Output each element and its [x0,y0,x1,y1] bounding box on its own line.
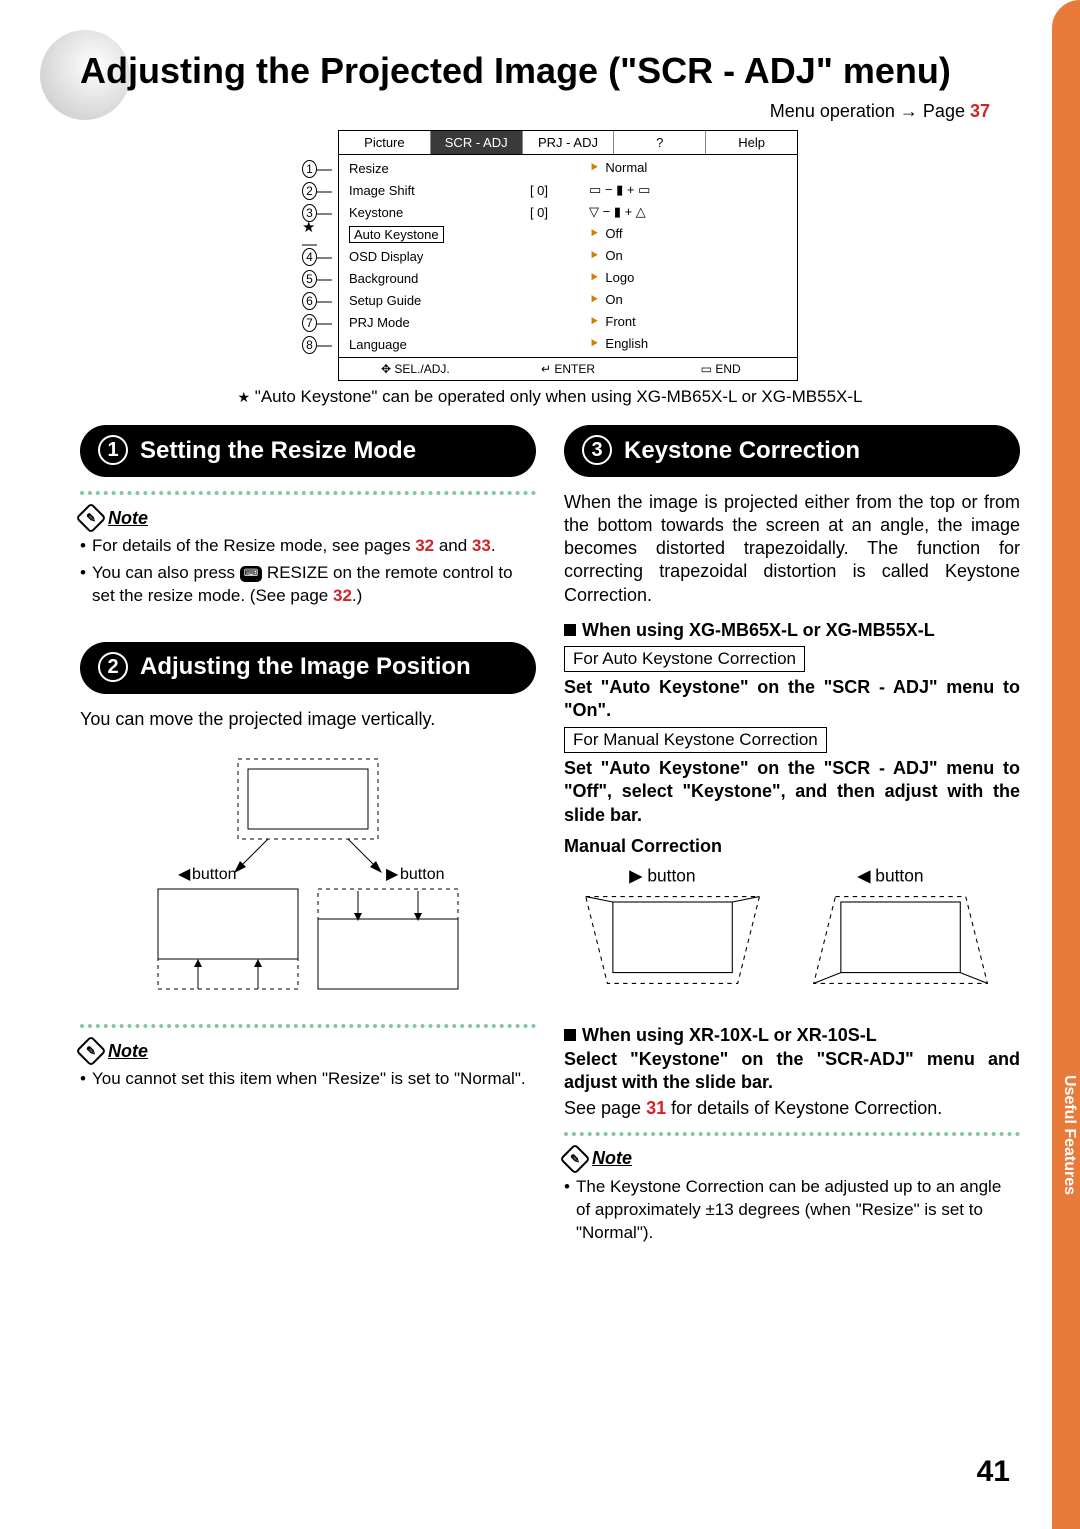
menu-row: Resize⯈Normal [339,157,797,179]
menu-tab: ? [614,131,706,154]
manual-keystone-instruction: Set "Auto Keystone" on the "SCR - ADJ" m… [564,757,1020,827]
circled-3-icon: 3 [582,435,612,465]
note-heading: ✎ Note [80,507,536,529]
menu-row: Setup Guide⯈On [339,289,797,311]
menu-row-number: 8 — [302,334,332,356]
page-link-33[interactable]: 33 [472,536,491,555]
menu-row-number: 6 — [302,290,332,312]
sec2-note-bullet: You cannot set this item when "Resize" i… [80,1068,536,1091]
note-heading: ✎ Note [80,1040,536,1062]
svg-text:▶ button: ▶ button [629,866,695,886]
menu-tab: Help [706,131,797,154]
menu-row-number: 7 — [302,312,332,334]
menu-row-number: 4 — [302,246,332,268]
star-icon: ★ [237,389,250,405]
svg-text:◀ button: ◀ button [857,866,923,886]
menu-row: Keystone[ 0]▽ − ▮ + △ [339,201,797,223]
menu-row-number: 2 — [302,180,332,202]
dotted-separator [564,1132,1020,1136]
box-auto-keystone: For Auto Keystone Correction [564,646,805,672]
section-1-title: Setting the Resize Mode [140,437,416,465]
circled-2-icon: 2 [98,652,128,682]
menu-row-number: 1 — [302,158,332,180]
footnote-text: "Auto Keystone" can be operated only whe… [255,387,863,406]
section-3-heading: 3 Keystone Correction [564,425,1020,477]
svg-text:▶: ▶ [386,866,399,883]
menu-row: OSD Display⯈On [339,245,797,267]
left-button-label: button [192,866,236,883]
page-title: Adjusting the Projected Image ("SCR - AD… [80,50,1020,91]
menu-row: PRJ Mode⯈Front [339,311,797,333]
dotted-separator [80,491,536,495]
right-button-label: button [400,866,444,883]
menu-operation-pagelabel: Page [923,101,970,121]
sec3-b-instruction: Select "Keystone" on the "SCR-ADJ" menu … [564,1048,1020,1095]
note-label: Note [108,1041,148,1062]
note-label: Note [108,508,148,529]
menu-footer-cell: ▭ END [644,358,797,380]
section-2-title: Adjusting the Image Position [140,653,471,681]
menu-operation-prefix: Menu operation [770,101,895,121]
circled-1-icon: 1 [98,435,128,465]
sec2-body: You can move the projected image vertica… [80,708,536,731]
note-heading: ✎ Note [564,1148,1020,1170]
sec3-subhead-a: When using XG-MB65X-L or XG-MB55X-L [564,619,1020,642]
sec1-bullet-1: For details of the Resize mode, see page… [80,535,536,558]
section-2-heading: 2 Adjusting the Image Position [80,642,536,694]
menu-row: Image Shift[ 0]▭ − ▮ + ▭ [339,179,797,201]
menu-row-number: ★ — [302,224,332,246]
sec3-subhead-b: When using XR-10X-L or XR-10S-L [564,1024,1020,1047]
square-bullet-icon [564,1029,576,1041]
menu-row: Language⯈English [339,333,797,355]
menu-tab: Picture [339,131,431,154]
resize-button-icon: ⌨ [240,566,262,582]
auto-keystone-instruction: Set "Auto Keystone" on the "SCR - ADJ" m… [564,676,1020,723]
menu-footer-cell: ↵ ENTER [492,358,645,380]
image-shift-diagram: ◀button ▶button [138,749,478,1014]
note-label: Note [592,1148,632,1169]
arrow-right-icon: → [900,101,923,121]
note-diamond-icon: ✎ [559,1143,590,1174]
keystone-diagram: ▶ button ◀ button [564,864,1020,1010]
page-link-32[interactable]: 32 [415,536,434,555]
menu-row: Background⯈Logo [339,267,797,289]
square-bullet-icon [564,624,576,636]
auto-keystone-footnote: ★ "Auto Keystone" can be operated only w… [80,387,1020,407]
manual-correction-label: Manual Correction [564,835,1020,858]
sec1-bullet-2: You can also press ⌨ RESIZE on the remot… [80,562,536,608]
menu-operation-line: Menu operation → Page 37 [80,101,1020,122]
page-number: 41 [977,1455,1010,1489]
box-manual-keystone: For Manual Keystone Correction [564,727,827,753]
sec3-note-bullet: The Keystone Correction can be adjusted … [564,1176,1020,1245]
note-diamond-icon: ✎ [75,1036,106,1067]
menu-operation-page-link[interactable]: 37 [970,101,990,121]
sec3-intro: When the image is projected either from … [564,491,1020,606]
note-diamond-icon: ✎ [75,503,106,534]
section-1-heading: 1 Setting the Resize Mode [80,425,536,477]
menu-footer-cell: ✥ SEL./ADJ. [339,358,492,380]
menu-row-number: 5 — [302,268,332,290]
page-link-31[interactable]: 31 [646,1098,666,1118]
menu-tab: SCR - ADJ [431,131,523,154]
section-3-title: Keystone Correction [624,437,860,465]
page-link-32b[interactable]: 32 [333,586,352,605]
svg-text:◀: ◀ [178,866,191,883]
menu-tab: PRJ - ADJ [523,131,615,154]
menu-row: Auto Keystone⯈Off [339,223,797,245]
dotted-separator [80,1024,536,1028]
see-page-line: See page 31 for details of Keystone Corr… [564,1097,1020,1120]
osd-menu-diagram: 1 —2 —3 —★ —4 —5 —6 —7 —8 — PictureSCR -… [80,130,1020,381]
